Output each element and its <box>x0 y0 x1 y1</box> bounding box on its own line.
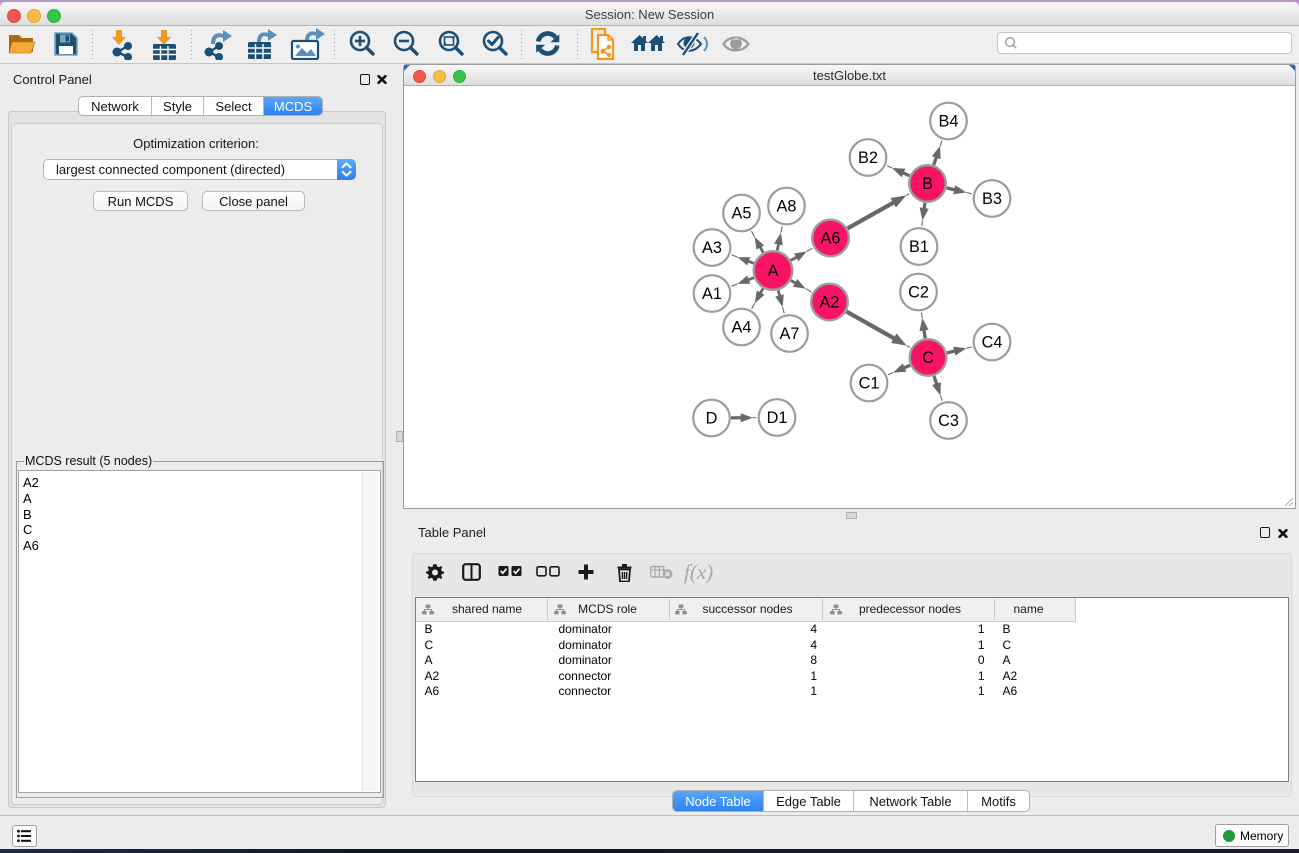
svg-text:D1: D1 <box>767 409 788 427</box>
svg-text:B1: B1 <box>909 238 929 256</box>
svg-text:B2: B2 <box>858 149 878 167</box>
svg-text:A2: A2 <box>820 294 840 312</box>
svg-text:D: D <box>706 410 718 428</box>
svg-text:A4: A4 <box>732 319 752 337</box>
svg-text:A3: A3 <box>702 239 722 257</box>
svg-text:C2: C2 <box>908 284 929 302</box>
svg-text:A8: A8 <box>777 198 797 216</box>
svg-text:B4: B4 <box>939 113 959 131</box>
svg-text:C1: C1 <box>859 375 880 393</box>
svg-text:A6: A6 <box>821 230 841 248</box>
svg-text:B3: B3 <box>982 190 1002 208</box>
svg-text:A7: A7 <box>780 325 800 343</box>
svg-text:C: C <box>922 349 934 367</box>
svg-text:B: B <box>922 175 933 193</box>
svg-text:A: A <box>768 262 779 280</box>
svg-text:C3: C3 <box>938 412 959 430</box>
svg-text:A5: A5 <box>732 205 752 223</box>
svg-text:A1: A1 <box>702 285 722 303</box>
svg-text:C4: C4 <box>982 334 1003 352</box>
